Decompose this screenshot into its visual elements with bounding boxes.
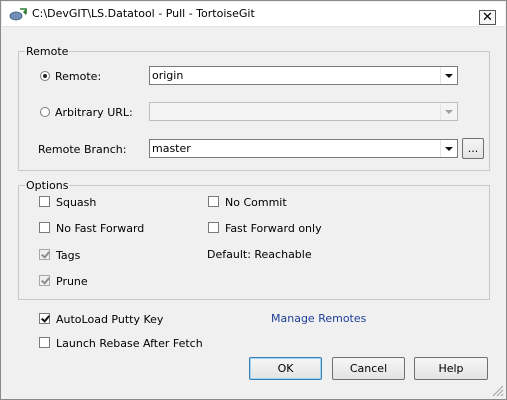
browse-branch-label: ...: [467, 142, 479, 155]
remote-branch-combo[interactable]: master: [149, 139, 458, 158]
no-fast-forward-checkbox[interactable]: [39, 222, 50, 233]
help-button[interactable]: Help: [414, 357, 488, 380]
pull-dialog: C:\DevGIT\LS.Datatool - Pull - TortoiseG…: [0, 0, 507, 400]
tags-checkbox[interactable]: [39, 249, 50, 260]
no-fast-forward-label: No Fast Forward: [56, 222, 145, 235]
ok-button[interactable]: OK: [249, 357, 322, 380]
prune-checkbox[interactable]: [39, 275, 50, 286]
manage-remotes-link[interactable]: Manage Remotes: [271, 312, 366, 325]
arbitrary-url-combo[interactable]: [149, 102, 458, 121]
remote-radio-label: Remote:: [55, 70, 102, 83]
squash-checkbox[interactable]: [39, 196, 50, 207]
options-group-legend: Options: [26, 179, 69, 192]
no-commit-checkbox[interactable]: [208, 196, 219, 207]
window-title: C:\DevGIT\LS.Datatool - Pull - TortoiseG…: [32, 7, 255, 20]
browse-branch-button[interactable]: ...: [462, 138, 484, 159]
close-button[interactable]: ✕: [479, 10, 496, 25]
chevron-down-icon[interactable]: [440, 67, 457, 84]
autoload-putty-key-checkbox[interactable]: [39, 313, 50, 324]
remote-radio[interactable]: [40, 71, 50, 81]
remote-group-legend: Remote: [26, 45, 69, 58]
autoload-putty-key-label: AutoLoad Putty Key: [56, 313, 164, 326]
close-icon: ✕: [482, 10, 493, 25]
ok-button-label: OK: [277, 362, 294, 375]
fast-forward-only-checkbox[interactable]: [208, 222, 219, 233]
launch-rebase-label: Launch Rebase After Fetch: [56, 337, 203, 350]
remote-branch-label: Remote Branch:: [38, 143, 127, 156]
prune-label: Prune: [56, 275, 88, 288]
cancel-button-label: Cancel: [349, 362, 388, 375]
chevron-down-icon[interactable]: [440, 103, 457, 120]
title-bar: C:\DevGIT\LS.Datatool - Pull - TortoiseG…: [2, 2, 505, 27]
chevron-down-icon[interactable]: [440, 140, 457, 157]
remote-combo-value: origin: [152, 69, 184, 82]
arbitrary-url-radio[interactable]: [40, 107, 50, 117]
remote-combo[interactable]: origin: [149, 66, 458, 85]
resize-grip-icon[interactable]: [492, 385, 504, 397]
help-button-label: Help: [438, 362, 464, 375]
tags-default-reachable-text: Default: Reachable: [207, 248, 312, 261]
launch-rebase-checkbox[interactable]: [39, 337, 50, 348]
fast-forward-only-label: Fast Forward only: [225, 222, 322, 235]
remote-branch-value: master: [152, 142, 191, 155]
cancel-button[interactable]: Cancel: [332, 357, 405, 380]
squash-label: Squash: [56, 196, 97, 209]
arbitrary-url-label: Arbitrary URL:: [55, 106, 133, 119]
tags-label: Tags: [56, 249, 81, 262]
tortoisegit-pull-icon: [9, 8, 27, 21]
no-commit-label: No Commit: [225, 196, 287, 209]
